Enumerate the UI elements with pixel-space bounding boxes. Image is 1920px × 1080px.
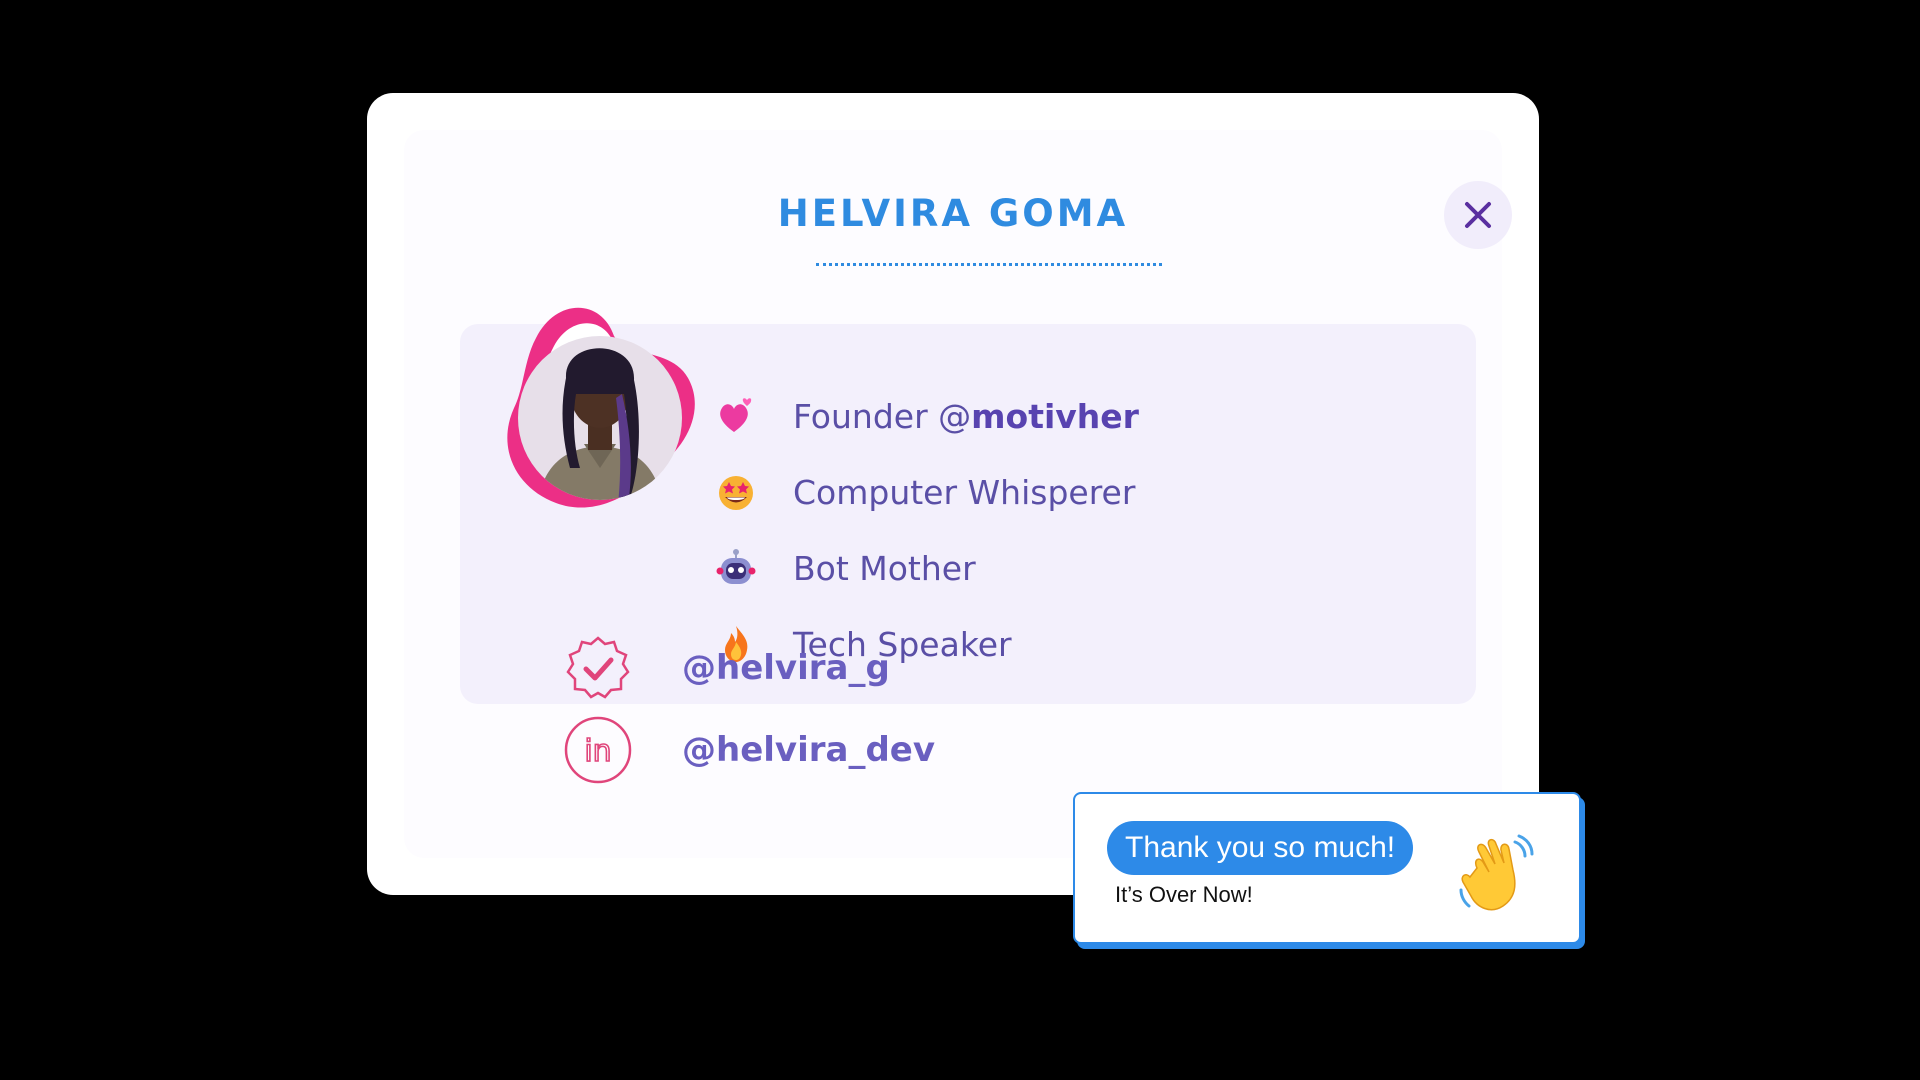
linkedin-handle-link[interactable]: @helvira_dev xyxy=(682,730,935,770)
twitter-handle-link[interactable]: @helvira_g xyxy=(682,648,890,688)
linkedin-row: in @helvira_dev xyxy=(564,716,935,784)
profile-card-inner: HELVIRA GOMA Founder @motivher Computer … xyxy=(404,130,1512,858)
bio-text-computer-whisperer: Computer Whisperer xyxy=(793,472,1136,512)
bio-item-computer-whisperer: Computer Whisperer xyxy=(715,454,1139,530)
heart-icon xyxy=(715,395,757,437)
bio-item-founder: Founder @motivher xyxy=(715,378,1139,454)
verified-badge-icon xyxy=(564,634,632,702)
motivher-handle[interactable]: motivher xyxy=(971,397,1139,436)
chat-message-bubble: Thank you so much! xyxy=(1107,821,1414,875)
bio-item-bot-mother: Bot Mother xyxy=(715,530,1139,606)
robot-icon xyxy=(715,547,757,589)
slide-canvas: HELVIRA GOMA Founder @motivher Computer … xyxy=(0,0,1920,1080)
chat-card: Thank you so much! It’s Over Now! xyxy=(1073,792,1581,944)
title-underline xyxy=(816,263,1162,266)
profile-name: HELVIRA GOMA xyxy=(777,192,1129,235)
linkedin-icon: in xyxy=(564,716,632,784)
profile-card: HELVIRA GOMA Founder @motivher Computer … xyxy=(367,93,1539,895)
svg-text:in: in xyxy=(584,734,611,769)
chat-subtitle: It’s Over Now! xyxy=(1115,882,1253,907)
bio-text-founder: Founder @motivher xyxy=(793,397,1139,436)
twitter-row: @helvira_g xyxy=(564,634,890,702)
avatar xyxy=(496,298,712,514)
close-button[interactable] xyxy=(1444,181,1512,249)
star-struck-face-icon xyxy=(715,471,757,513)
bio-text-bot-mother: Bot Mother xyxy=(793,548,976,588)
bio-founder-prefix: Founder @ xyxy=(793,396,972,436)
close-icon xyxy=(1465,202,1491,228)
waving-hand-icon xyxy=(1459,834,1534,911)
